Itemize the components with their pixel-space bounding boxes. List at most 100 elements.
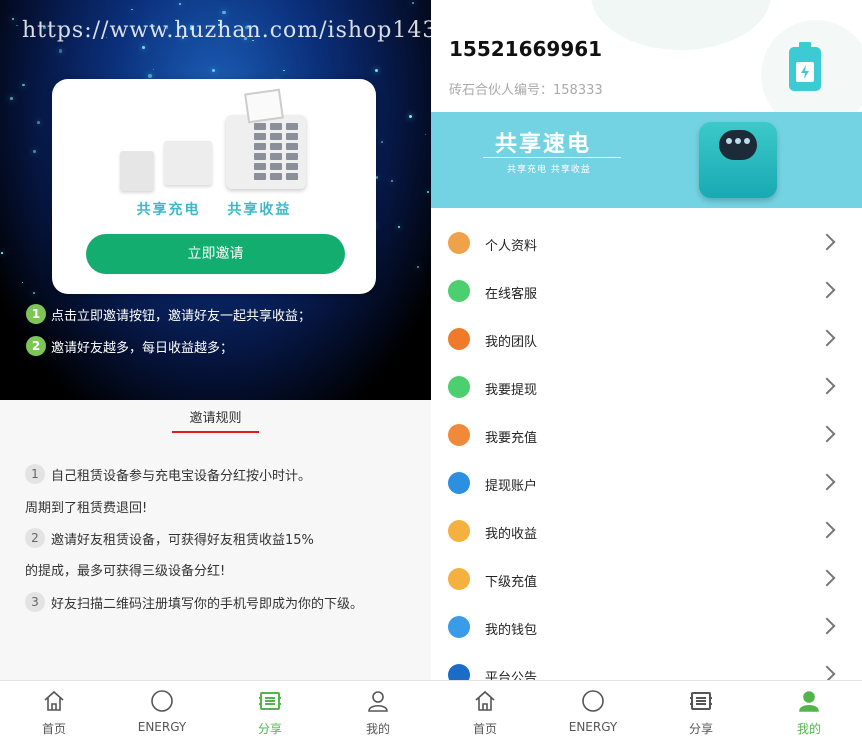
tab-home[interactable]: 首页 bbox=[431, 681, 539, 740]
light-dot bbox=[375, 176, 379, 179]
light-dot bbox=[58, 49, 63, 53]
partner-id: 砖石合伙人编号：158333 bbox=[449, 83, 603, 98]
menu-item-label: 我要提现 bbox=[485, 383, 538, 398]
bottom-tab-bar: 首页 ENERGY 分享 我的 bbox=[431, 680, 862, 740]
share-icon bbox=[258, 689, 282, 713]
alipay-icon bbox=[448, 472, 470, 494]
invite-card: 共享充电 共享收益 立即邀请 bbox=[52, 79, 376, 294]
home-icon bbox=[473, 689, 497, 713]
menu-item[interactable]: 我要充值 bbox=[431, 412, 862, 460]
light-dot bbox=[374, 68, 378, 72]
menu-item[interactable]: 在线客服 bbox=[431, 268, 862, 316]
rule-number: 3 bbox=[25, 592, 45, 612]
menu-item-label: 我的团队 bbox=[485, 335, 538, 350]
light-dot bbox=[381, 141, 383, 143]
light-dot bbox=[33, 149, 36, 153]
menu-item[interactable]: 我要提现 bbox=[431, 364, 862, 412]
rule-text-continued: 的提成，最多可获得三级设备分红! bbox=[25, 564, 226, 579]
share-page: https://www.huzhan.com/ishop1438 共享充电 共享… bbox=[0, 0, 431, 740]
tab-mine[interactable]: 我的 bbox=[324, 681, 431, 740]
menu-item[interactable]: 提现账户 bbox=[431, 460, 862, 508]
light-dot bbox=[426, 190, 430, 194]
rule-item: 1 自己租赁设备参与充电宝设备分红按小时计。 bbox=[25, 464, 311, 484]
tab-label: 首页 bbox=[472, 722, 497, 736]
rule-text: 好友扫描二维码注册填写你的手机号即成为你的下级。 bbox=[51, 596, 364, 612]
light-dot bbox=[391, 179, 394, 182]
tab-energy[interactable]: ENERGY bbox=[108, 681, 216, 740]
tab-mine[interactable]: 我的 bbox=[755, 681, 862, 740]
bottom-tab-bar: 首页 ENERGY 分享 我的 bbox=[0, 680, 431, 740]
tip-text: 邀请好友越多，每日收益越多； bbox=[51, 340, 234, 356]
light-dot bbox=[21, 281, 24, 284]
menu-item[interactable]: 下级充值 bbox=[431, 556, 862, 604]
profile-icon bbox=[448, 232, 470, 254]
chevron-right-icon bbox=[818, 473, 836, 491]
tip-item: 2 邀请好友越多，每日收益越多； bbox=[26, 336, 233, 356]
tab-label: 首页 bbox=[41, 722, 66, 736]
rule-text-continued: 周期到了租赁费退回! bbox=[25, 501, 148, 516]
menu-item[interactable]: 我的团队 bbox=[431, 316, 862, 364]
light-dot bbox=[283, 69, 285, 72]
tab-label: 分享 bbox=[688, 722, 713, 736]
menu-item[interactable]: 我的钱包 bbox=[431, 604, 862, 652]
chevron-right-icon bbox=[818, 569, 836, 587]
menu-item-label: 我要充值 bbox=[485, 431, 538, 446]
menu-list: 个人资料 在线客服 我的团队 我要提现 我要充值 提现账户 我的收益 下级充值 我的钱包 平台公告 bbox=[431, 220, 862, 700]
menu-item-label: 我的收益 bbox=[485, 527, 538, 542]
tab-energy[interactable]: ENERGY bbox=[539, 681, 647, 740]
menu-item[interactable]: 个人资料 bbox=[431, 220, 862, 268]
menu-item-label: 个人资料 bbox=[485, 239, 538, 254]
battery-icon bbox=[789, 42, 821, 91]
chevron-right-icon bbox=[818, 521, 836, 539]
circle-icon bbox=[150, 689, 174, 713]
banner-divider bbox=[483, 157, 621, 158]
chevron-right-icon bbox=[818, 377, 836, 395]
light-dot bbox=[142, 46, 146, 49]
menu-item-label: 我的钱包 bbox=[485, 623, 538, 638]
withdraw-icon bbox=[448, 376, 470, 398]
home-icon bbox=[42, 689, 66, 713]
tab-label: 我的 bbox=[796, 722, 821, 736]
invite-now-button[interactable]: 立即邀请 bbox=[86, 234, 345, 274]
income-icon bbox=[448, 520, 470, 542]
tip-number: 1 bbox=[26, 304, 46, 324]
light-dot bbox=[408, 114, 413, 119]
promo-banner[interactable]: 共享速电 共享充电 共享收益 bbox=[431, 112, 862, 208]
chevron-right-icon bbox=[818, 329, 836, 347]
share-icon bbox=[689, 689, 713, 713]
tab-share[interactable]: 分享 bbox=[216, 681, 324, 740]
light-dot bbox=[16, 24, 18, 27]
wallet-icon bbox=[448, 616, 470, 638]
rule-text: 自己租赁设备参与充电宝设备分红按小时计。 bbox=[51, 468, 312, 484]
person-icon bbox=[797, 689, 821, 713]
decor-bubble bbox=[591, 0, 771, 50]
watermark: https://www.huzhan.com/ishop1438 bbox=[22, 18, 431, 43]
tab-share[interactable]: 分享 bbox=[647, 681, 755, 740]
charging-devices-image bbox=[114, 88, 314, 199]
service-icon bbox=[448, 280, 470, 302]
sub-recharge-icon bbox=[448, 568, 470, 590]
light-dot bbox=[1, 252, 3, 254]
tab-label: 分享 bbox=[257, 722, 282, 736]
menu-item-label: 在线客服 bbox=[485, 287, 538, 302]
recharge-icon bbox=[448, 424, 470, 446]
menu-item-label: 提现账户 bbox=[485, 479, 538, 494]
tab-invite-rules[interactable]: 邀请规则 bbox=[0, 407, 431, 426]
person-icon bbox=[366, 689, 390, 713]
light-dot bbox=[11, 18, 14, 21]
rule-item: 2 邀请好友租赁设备，可获得好友租赁收益15% bbox=[25, 528, 314, 548]
light-dot bbox=[131, 8, 133, 11]
light-dot bbox=[412, 2, 415, 4]
active-tab-underline bbox=[172, 431, 259, 433]
team-icon bbox=[448, 328, 470, 350]
banner-subtitle: 共享充电 共享收益 bbox=[507, 165, 591, 175]
power-bank-image bbox=[699, 122, 777, 198]
circle-icon bbox=[581, 689, 605, 713]
light-dot bbox=[148, 74, 153, 79]
light-dot bbox=[212, 68, 216, 73]
tab-home[interactable]: 首页 bbox=[0, 681, 108, 740]
tip-text: 点击立即邀请按钮，邀请好友一起共享收益； bbox=[51, 308, 312, 324]
chevron-right-icon bbox=[818, 617, 836, 635]
menu-item[interactable]: 我的收益 bbox=[431, 508, 862, 556]
light-dot bbox=[397, 226, 400, 229]
